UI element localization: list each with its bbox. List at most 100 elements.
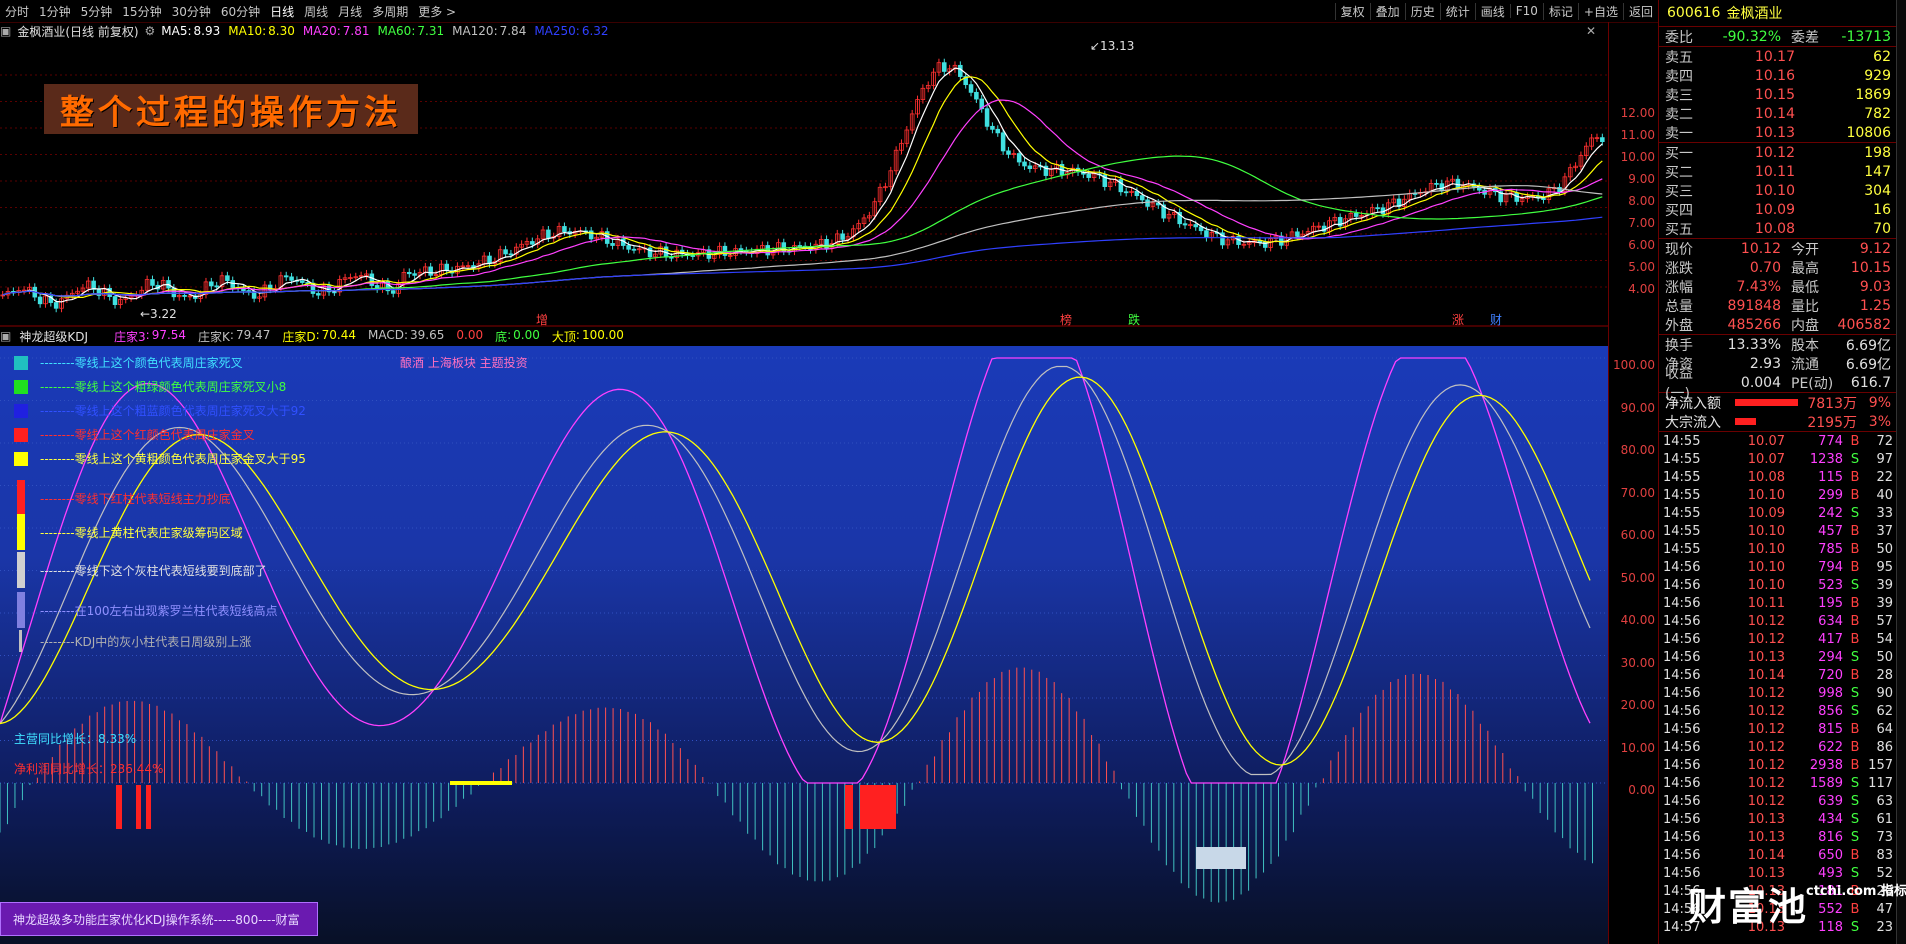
- trade-v: 417: [1818, 631, 1843, 647]
- period-tab[interactable]: 30分钟: [167, 3, 216, 20]
- candle-body: [289, 276, 294, 281]
- low-label: ←3.22: [140, 307, 177, 321]
- stat-row-k2: 最低: [1791, 279, 1819, 296]
- period-tab[interactable]: 月线: [333, 3, 367, 20]
- trade-s: S: [1850, 703, 1860, 719]
- ma-label: MA20: [302, 24, 337, 38]
- period-tab[interactable]: 多周期: [367, 3, 413, 20]
- toolbar-button[interactable]: 标记: [1542, 2, 1578, 20]
- event-marker[interactable]: 财: [1490, 313, 1502, 327]
- bid-vol: 70: [1873, 220, 1891, 237]
- trade-n: 47: [1876, 901, 1893, 917]
- ask-price: 10.16: [1754, 67, 1795, 84]
- ask-price: 10.13: [1754, 124, 1795, 141]
- event-marker[interactable]: 涨: [1452, 312, 1464, 327]
- collapse-icon[interactable]: ▣: [0, 24, 11, 38]
- trade-t: 14:56: [1663, 631, 1701, 647]
- toolbar-button[interactable]: 历史: [1404, 2, 1440, 20]
- indicator-collapse-icon[interactable]: ▣: [0, 329, 11, 343]
- period-tab[interactable]: 60分钟: [216, 3, 265, 20]
- event-marker[interactable]: 增: [536, 313, 548, 327]
- trade-t: 14:56: [1663, 685, 1701, 701]
- legend-text: --------零线上这个粗蓝颜色代表周庄家死叉大于92: [40, 404, 306, 418]
- price-tick-label: 11.00: [1620, 128, 1655, 142]
- legend-swatch: [14, 403, 28, 418]
- legend-swatch: [14, 355, 28, 370]
- period-tab[interactable]: 5分钟: [76, 3, 118, 20]
- trade-s: B: [1850, 631, 1860, 647]
- stat-row-k2: 今开: [1791, 241, 1819, 258]
- ask-price: 10.15: [1754, 86, 1795, 103]
- legend-swatch: [14, 451, 28, 466]
- period-tab[interactable]: 日线: [265, 3, 299, 20]
- period-tab[interactable]: 1分钟: [34, 3, 76, 20]
- trade-p: 10.13: [1747, 829, 1785, 845]
- trade-n: 52: [1876, 865, 1893, 881]
- candle-body: [824, 239, 829, 249]
- bid-vol: 198: [1864, 144, 1891, 161]
- legend-text: --------零线下红柱代表短线主力抄底: [40, 491, 231, 506]
- period-tab[interactable]: 15分钟: [117, 3, 166, 20]
- ask-label: 卖二: [1665, 106, 1693, 123]
- side-tab-strip[interactable]: [1896, 0, 1906, 944]
- stock-title[interactable]: 600616 金枫酒业: [1659, 0, 1897, 27]
- toolbar-button[interactable]: 复权: [1334, 2, 1370, 20]
- trade-row: 14:56 10.10 794 B 95: [1659, 558, 1897, 576]
- stock-code: 600616: [1667, 5, 1721, 21]
- flow-label: 净流入额: [1665, 395, 1721, 412]
- ask-label: 卖三: [1665, 87, 1693, 104]
- trade-t: 14:56: [1663, 847, 1701, 863]
- system-label: 神龙超级多功能庄家优化KDJ操作系统-----800----财富: [0, 902, 318, 936]
- stat2-row-v2: 616.7: [1850, 374, 1891, 391]
- event-marker[interactable]: 跌: [1128, 312, 1140, 327]
- toolbar-button[interactable]: 统计: [1439, 2, 1475, 20]
- toolbar-button[interactable]: 叠加: [1369, 2, 1405, 20]
- period-tab[interactable]: 更多 >: [413, 3, 461, 20]
- y-axis-column: 12.00 11.00 10.00 9.00 8.00 7.00 6.00 5.00 4.00 1…: [1608, 22, 1659, 944]
- trade-n: 90: [1876, 685, 1893, 701]
- trade-p: 10.10: [1747, 559, 1785, 575]
- event-marker[interactable]: 榜: [1060, 312, 1072, 327]
- ask-row: 卖二 10.14 782: [1659, 104, 1897, 123]
- close-icon[interactable]: ✕: [1586, 24, 1596, 38]
- stat2-row-v: 2.93: [1749, 355, 1781, 372]
- settings-icon[interactable]: ⚙: [145, 24, 156, 38]
- ma-label: MA10: [228, 24, 263, 38]
- bid-label: 买五: [1665, 221, 1693, 238]
- trade-v: 1238: [1809, 451, 1843, 467]
- candle-body: [508, 253, 514, 256]
- trade-s: S: [1850, 775, 1860, 791]
- trade-s: B: [1850, 757, 1860, 773]
- indicator-label: 庄家3: [114, 329, 146, 344]
- trade-t: 14:55: [1663, 433, 1701, 449]
- legend-swatch: [17, 514, 25, 550]
- trade-v: 794: [1818, 559, 1843, 575]
- trade-t: 14:55: [1663, 487, 1701, 503]
- indicator-name[interactable]: 神龙超级KDJ: [19, 328, 88, 345]
- candle-body: [995, 128, 1001, 134]
- toolbar-button[interactable]: F10: [1509, 4, 1543, 18]
- toolbar-button[interactable]: 画线: [1474, 2, 1510, 20]
- bid-row: 买三 10.10 304: [1659, 181, 1897, 200]
- ask-label: 卖五: [1665, 49, 1693, 66]
- period-tab[interactable]: 分时: [0, 3, 34, 20]
- candle-body: [1006, 150, 1011, 155]
- trade-p: 10.10: [1747, 523, 1785, 539]
- period-tab[interactable]: 周线: [299, 3, 333, 20]
- trade-v: 785: [1818, 541, 1843, 557]
- trade-t: 14:56: [1663, 739, 1701, 755]
- stat-row-k: 涨幅: [1665, 279, 1693, 296]
- flow-value: 7813万: [1807, 395, 1857, 412]
- trade-p: 10.12: [1747, 739, 1785, 755]
- bid-row: 买五 10.08 70: [1659, 219, 1897, 238]
- trade-n: 64: [1876, 721, 1893, 737]
- ma-value: 7.84: [499, 24, 527, 38]
- toolbar-button[interactable]: 返回: [1622, 2, 1658, 20]
- toolbar-button[interactable]: +自选: [1577, 2, 1623, 20]
- trade-v: 774: [1818, 433, 1843, 449]
- stat2-row-v2: 6.69亿: [1845, 337, 1891, 354]
- candle-body: [610, 243, 615, 246]
- trade-n: 72: [1876, 433, 1893, 449]
- price-tick-label: 7.00: [1628, 216, 1655, 230]
- stat2-row-v: 13.33%: [1727, 336, 1781, 353]
